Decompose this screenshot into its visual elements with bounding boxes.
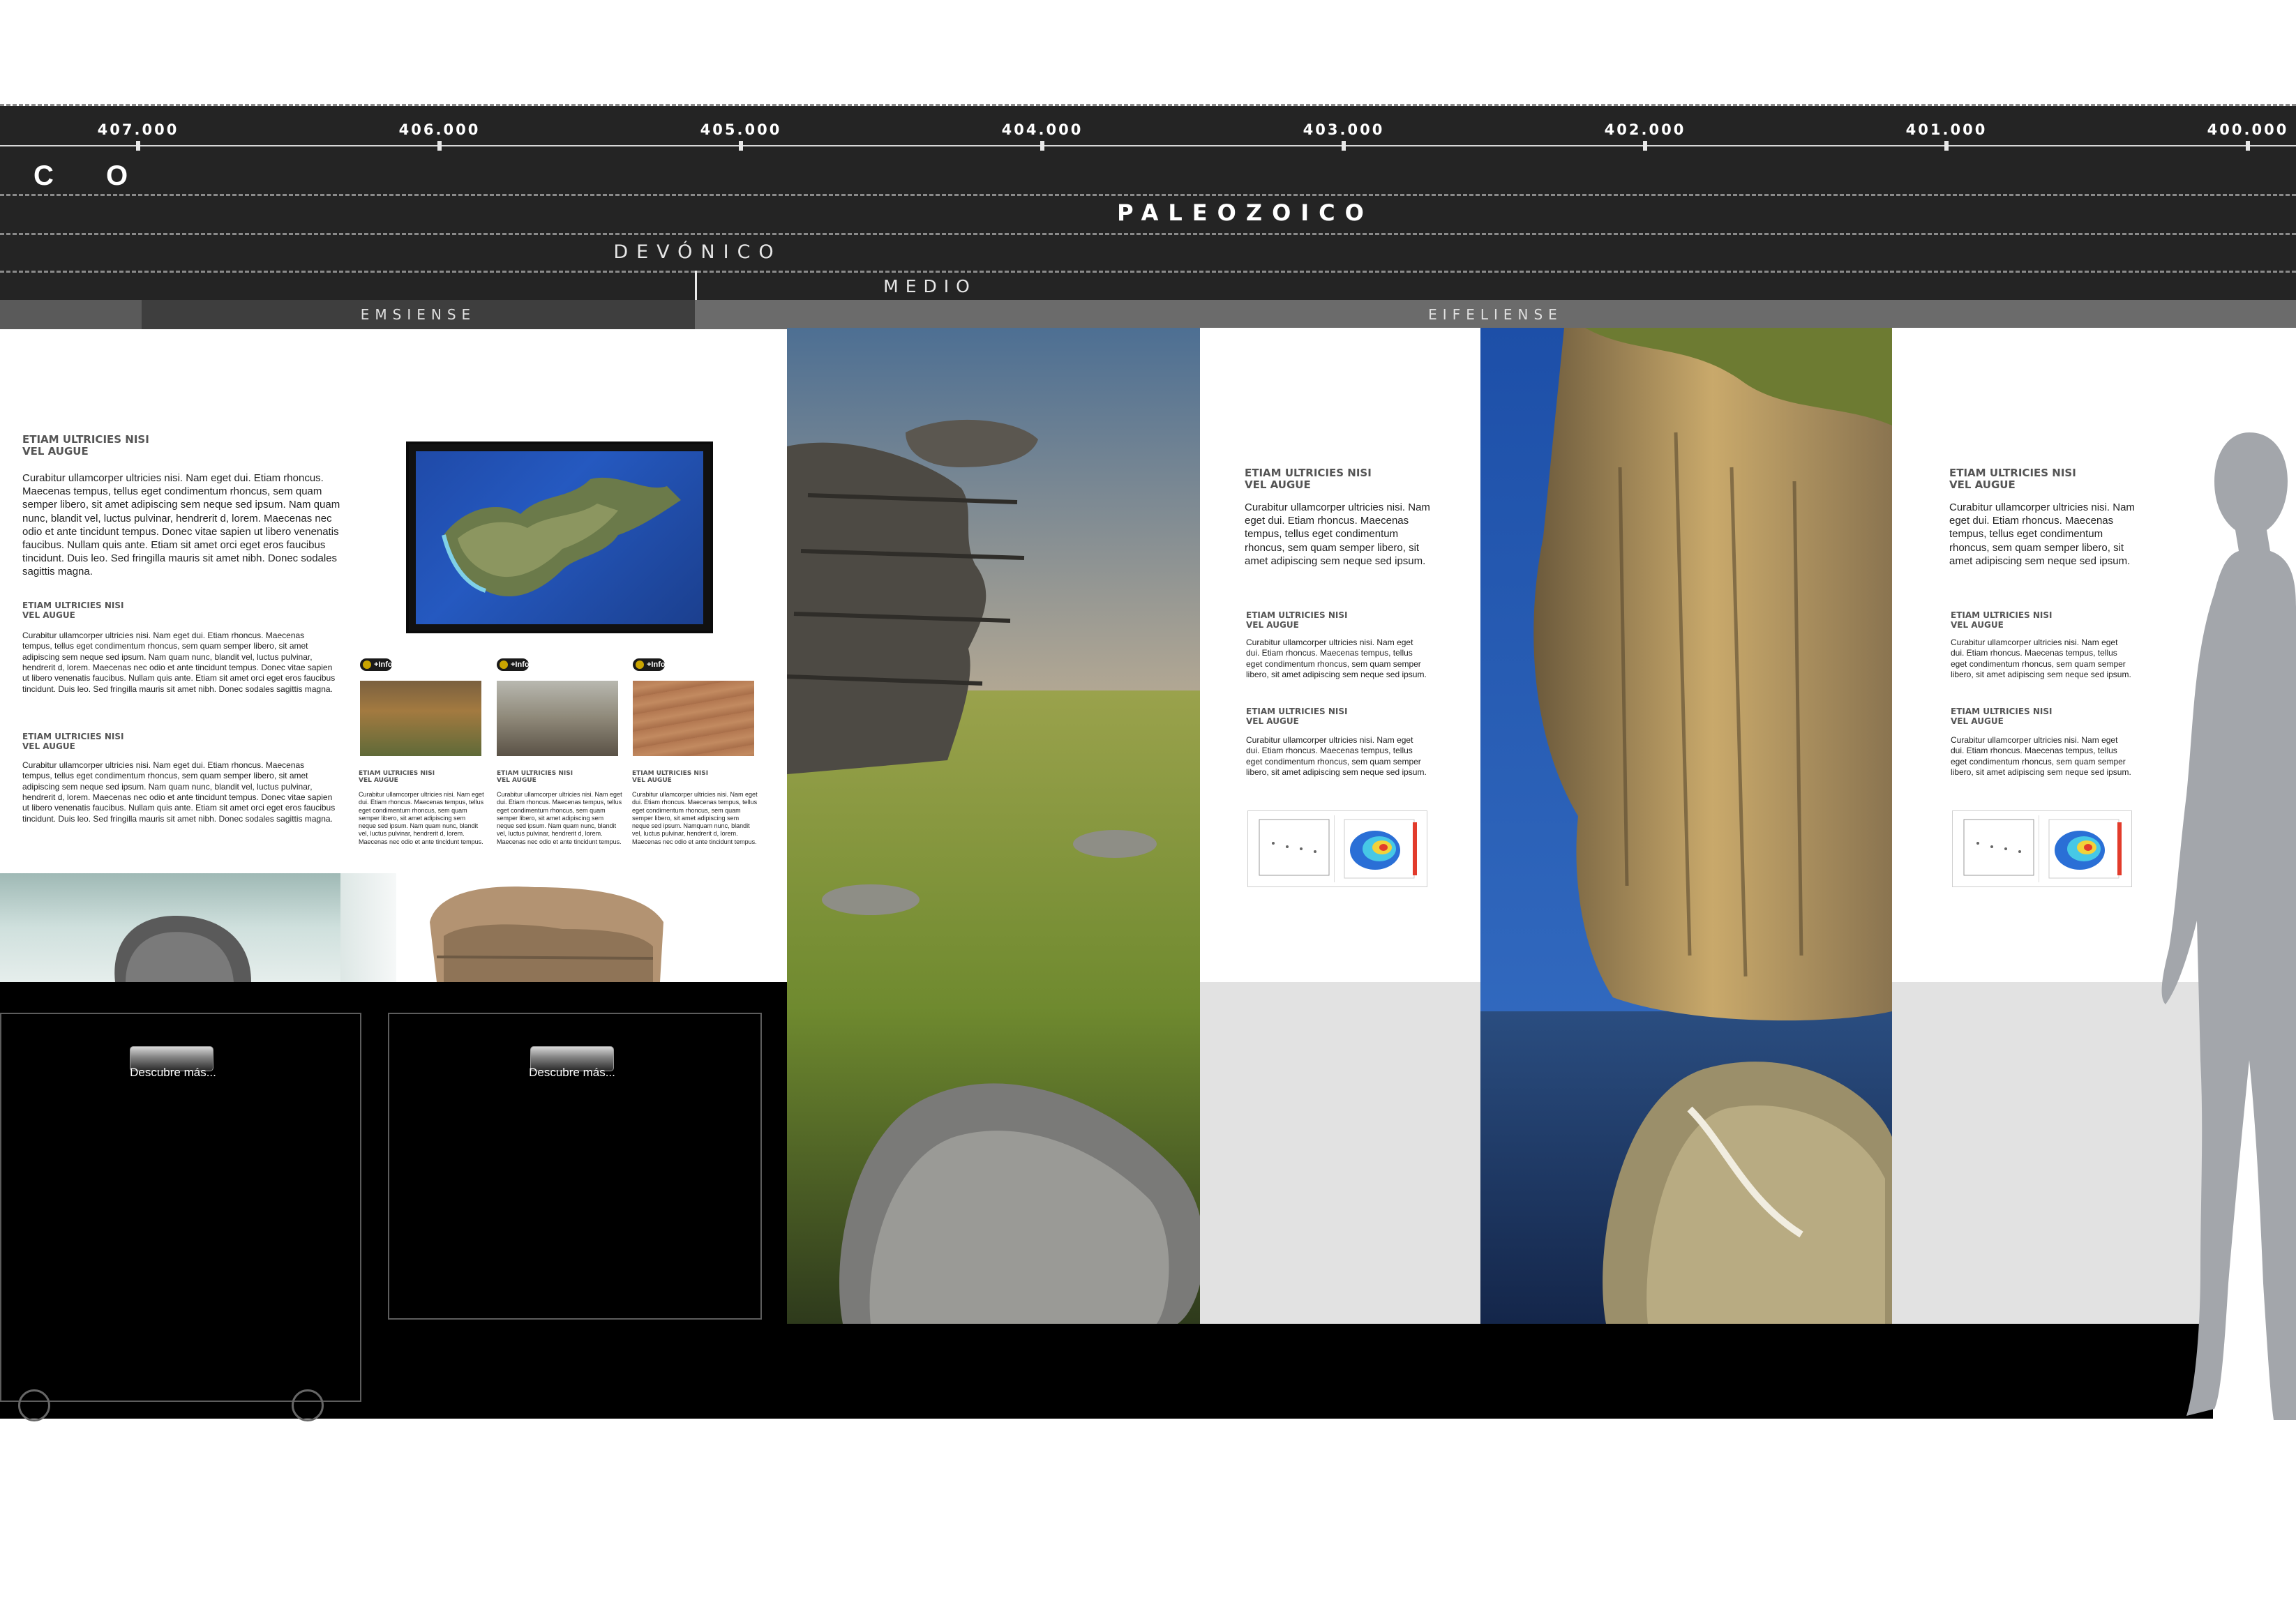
timeline-tick-mark — [136, 141, 140, 151]
glass-case-side — [340, 873, 396, 982]
period-label: PALEOZOICO — [1117, 199, 1374, 226]
photo-moorland-tor — [787, 328, 1200, 1324]
panel3-figures — [1952, 810, 2132, 887]
panel1-heading-2: ETIAM ULTRICIES NISI VEL AUGUE — [22, 601, 124, 620]
sub-epoch-label: MEDIO — [883, 276, 977, 296]
heatmap-figure — [1340, 815, 1423, 882]
timeline-tick-label: 407.000 — [97, 121, 179, 138]
panel2-heading-1: ETIAM ULTRICIES NISI VEL AUGUE — [1245, 467, 1372, 492]
thumb-body-2: Curabitur ullamcorper ultricies nisi. Na… — [497, 791, 622, 845]
panel3-heading-3: ETIAM ULTRICIES NISI VEL AUGUE — [1951, 707, 2053, 726]
timeline-tick-label: 403.000 — [1303, 121, 1385, 138]
panel3-heading-1: ETIAM ULTRICIES NISI VEL AUGUE — [1949, 467, 2076, 492]
stage-previous — [0, 300, 142, 329]
panel2-body-3: Curabitur ullamcorper ultricies nisi. Na… — [1246, 735, 1427, 778]
discover-button-label-1: Descubre más... — [130, 1066, 216, 1079]
thumb-heading-3: ETIAM ULTRICIES NISI VEL AUGUE — [632, 770, 709, 785]
info-icon[interactable]: +Info — [497, 658, 530, 671]
timeline-tick-label: 405.000 — [700, 121, 782, 138]
timeline-tick-mark — [739, 141, 743, 151]
scatter-plot-figure — [1252, 815, 1335, 882]
photo-sea-cliff — [1480, 328, 1892, 1324]
panel3-heading-2: ETIAM ULTRICIES NISI VEL AUGUE — [1951, 610, 2053, 630]
timeline-tick-mark — [1643, 141, 1647, 151]
timeline-top-dashes — [0, 104, 2296, 106]
thumb-heading-1: ETIAM ULTRICIES NISI VEL AUGUE — [359, 770, 435, 785]
island-image — [442, 477, 681, 597]
thumb-body-3: Curabitur ullamcorper ultricies nisi. Na… — [632, 791, 758, 845]
timeline-tick-label: 402.000 — [1604, 121, 1686, 138]
thumb-image-quarry[interactable] — [360, 681, 481, 756]
thumb-image-cliff[interactable] — [497, 681, 618, 756]
panel3-body-1: Curabitur ullamcorper ultricies nisi. Na… — [1949, 501, 2135, 567]
timeline-axis — [0, 145, 2296, 146]
scatter-plot-figure — [1957, 815, 2039, 882]
panel1-body-1: Curabitur ullamcorper ultricies nisi. Na… — [22, 472, 340, 578]
divider-period — [0, 233, 2296, 235]
timeline-tick-mark — [437, 141, 442, 151]
timeline-tick-label: 400.000 — [2207, 121, 2289, 138]
tv-screen-aerial-island — [416, 451, 703, 624]
stage-eifeliense: EIFELIENSE — [695, 300, 2296, 329]
panel2-figures — [1247, 810, 1427, 887]
thumb-image-wall[interactable] — [633, 681, 754, 756]
timeline-tick-mark — [2246, 141, 2250, 151]
thumb-heading-2: ETIAM ULTRICIES NISI VEL AUGUE — [497, 770, 573, 785]
panel3-body-3: Curabitur ullamcorper ultricies nisi. Na… — [1951, 735, 2131, 778]
panel2-heading-3: ETIAM ULTRICIES NISI VEL AUGUE — [1246, 707, 1348, 726]
panel1-body-3: Curabitur ullamcorper ultricies nisi. Na… — [22, 760, 336, 824]
sandstone-rock-image — [430, 886, 663, 982]
timeline-tick-mark — [1944, 141, 1949, 151]
wheel-icon — [292, 1389, 324, 1421]
panel1-body-2: Curabitur ullamcorper ultricies nisi. Na… — [22, 631, 336, 694]
info-icon[interactable]: +Info — [633, 658, 666, 671]
thumb-body-1: Curabitur ullamcorper ultricies nisi. Na… — [359, 791, 484, 845]
discover-button-label-2: Descubre más... — [529, 1066, 615, 1079]
divider-epoch — [0, 271, 2296, 273]
panel2-body-2: Curabitur ullamcorper ultricies nisi. Na… — [1246, 637, 1427, 680]
timeline-tick-label: 401.000 — [1905, 121, 1988, 138]
timeline-tick-mark — [1040, 141, 1044, 151]
timeline-tick-label: 404.000 — [1001, 121, 1083, 138]
era-label: C O — [33, 160, 151, 191]
epoch-label: DEVÓNICO — [613, 241, 782, 263]
panel1-heading-3: ETIAM ULTRICIES NISI VEL AUGUE — [22, 732, 124, 751]
stage-emsiense: EMSIENSE — [142, 300, 695, 329]
panel3-body-2: Curabitur ullamcorper ultricies nisi. Na… — [1951, 637, 2131, 680]
divider-era — [0, 194, 2296, 196]
heatmap-figure — [2045, 815, 2127, 882]
timeline-tick-label: 406.000 — [398, 121, 481, 138]
tv-monitor[interactable] — [406, 441, 713, 633]
bottom-black-plinth — [363, 1324, 2213, 1419]
human-silhouette-icon — [2161, 432, 2296, 1420]
info-icon[interactable]: +Info — [360, 658, 393, 671]
timeline-tick-mark — [1342, 141, 1346, 151]
floor-grey-2 — [1200, 982, 1480, 1324]
glass-display-case — [0, 873, 340, 982]
panel1-heading-1: ETIAM ULTRICIES NISI VEL AUGUE — [22, 433, 149, 458]
panel2-heading-2: ETIAM ULTRICIES NISI VEL AUGUE — [1246, 610, 1348, 630]
wheel-icon — [18, 1389, 50, 1421]
stage-row: EMSIENSE EIFELIENSE — [0, 300, 2296, 329]
geologic-timeline: 407.000 406.000 405.000 404.000 403.000 402.0… — [0, 104, 2296, 329]
panel2-body-1: Curabitur ullamcorper ultricies nisi. Na… — [1245, 501, 1430, 567]
